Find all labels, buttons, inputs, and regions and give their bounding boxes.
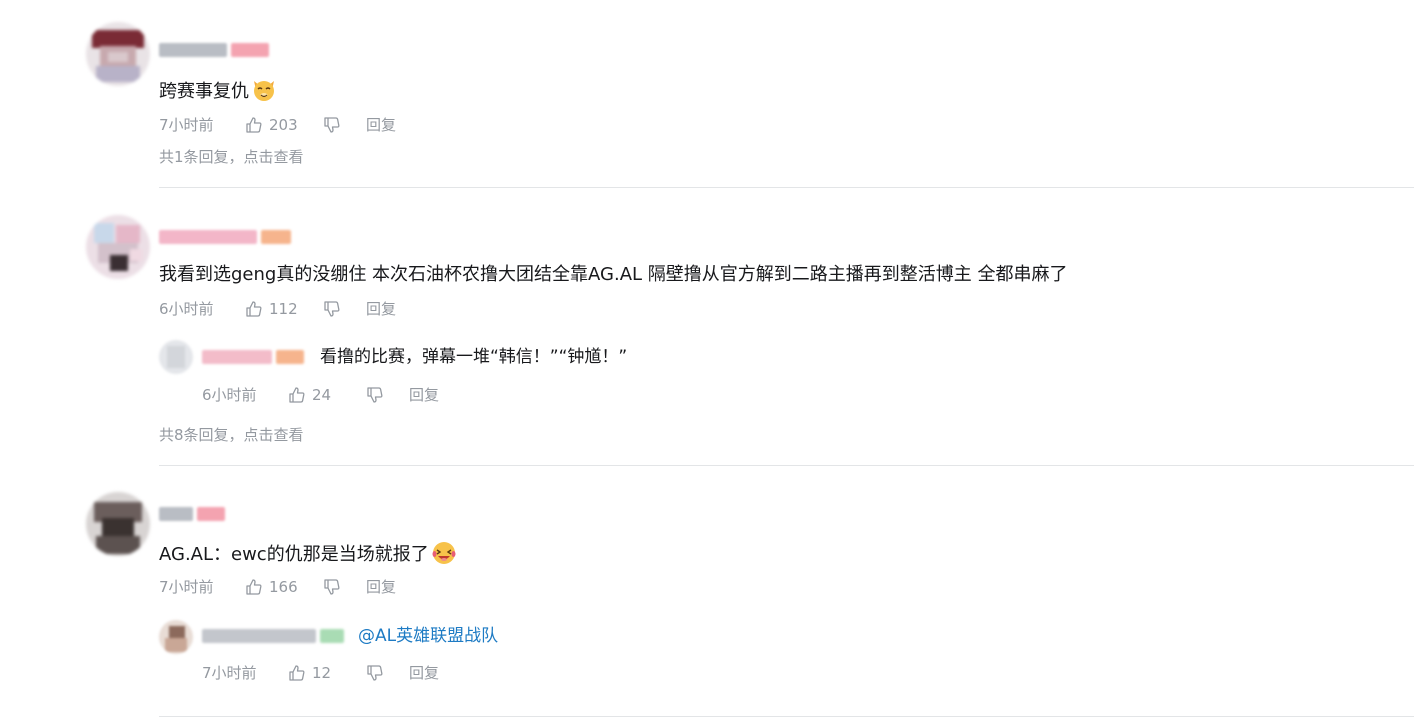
dislike-button[interactable] [323, 578, 366, 596]
comment-time: 6小时前 [159, 300, 214, 318]
user-level-badge [261, 230, 291, 244]
cat-face-emoji-icon [254, 81, 274, 101]
comment-text: AG.AL：ewc的仇那是当场就报了 [159, 540, 457, 567]
username-row[interactable] [202, 350, 304, 364]
thumbs-up-icon [289, 665, 305, 681]
like-button[interactable]: 166 [245, 577, 323, 597]
avatar[interactable] [159, 340, 193, 374]
avatar[interactable] [86, 22, 150, 86]
username-blurred [159, 43, 227, 57]
comment-time: 7小时前 [159, 578, 214, 596]
avatar[interactable] [86, 492, 150, 556]
avatar-image-icon [86, 215, 150, 279]
comment-meta: 7小时前 166 回复 [159, 577, 396, 597]
like-count: 12 [312, 664, 332, 682]
comment-time: 7小时前 [159, 116, 214, 134]
reply-button[interactable]: 回复 [366, 577, 396, 597]
comment-text: 跨赛事复仇 [159, 77, 277, 104]
user-level-badge [231, 43, 269, 57]
username-blurred [202, 350, 272, 364]
thumbs-up-icon [289, 387, 305, 403]
dislike-button[interactable] [323, 116, 366, 134]
comment-content: 跨赛事复仇 [159, 81, 249, 102]
thumbs-up-icon [246, 579, 262, 595]
reply-meta: 7小时前 12 回复 [202, 663, 439, 683]
thumbs-up-icon [246, 301, 262, 317]
divider [159, 465, 1414, 466]
username-blurred [159, 507, 193, 521]
divider [159, 187, 1414, 188]
comment-meta: 6小时前 112 回复 [159, 299, 396, 319]
username-row[interactable] [159, 507, 225, 521]
username-blurred [202, 629, 316, 643]
user-level-badge [276, 350, 304, 364]
thumbs-down-icon [324, 301, 340, 317]
like-button[interactable]: 112 [245, 299, 323, 319]
dislike-button[interactable] [366, 664, 409, 682]
like-button[interactable]: 203 [245, 115, 323, 135]
reply-meta: 6小时前 24 回复 [202, 385, 439, 405]
user-level-badge [197, 507, 225, 521]
comment-content: 我看到选geng真的没绷住 本次石油杯农撸大团结全靠AG.AL 隔壁撸从官方解到… [159, 264, 1068, 285]
like-count: 24 [312, 386, 332, 404]
like-count: 112 [269, 300, 298, 318]
reply-button[interactable]: 回复 [409, 663, 439, 683]
avatar[interactable] [86, 215, 150, 279]
comment-text: 我看到选geng真的没绷住 本次石油杯农撸大团结全靠AG.AL 隔壁撸从官方解到… [159, 263, 1068, 287]
mention-link[interactable]: @AL英雄联盟战队 [358, 626, 498, 646]
reply-time: 6小时前 [202, 386, 257, 404]
comment-meta: 7小时前 203 回复 [159, 115, 396, 135]
thumbs-up-icon [246, 117, 262, 133]
username-row[interactable] [202, 629, 344, 643]
like-count: 203 [269, 116, 298, 134]
view-replies-link[interactable]: 共8条回复，点击查看 [159, 424, 304, 445]
thumbs-down-icon [324, 117, 340, 133]
username-row[interactable] [159, 43, 269, 57]
like-button[interactable]: 12 [288, 663, 366, 683]
avatar[interactable] [159, 620, 193, 654]
avatar-image-icon [86, 22, 150, 86]
avatar-image-icon [159, 340, 193, 374]
reply-button[interactable]: 回复 [409, 385, 439, 405]
avatar-image-icon [86, 492, 150, 556]
avatar-image-icon [159, 620, 193, 654]
like-count: 166 [269, 578, 298, 596]
laughing-tears-emoji-icon [432, 542, 456, 564]
username-row[interactable] [159, 230, 291, 244]
view-replies-link[interactable]: 共1条回复，点击查看 [159, 146, 304, 167]
thumbs-down-icon [367, 665, 383, 681]
username-blurred [159, 230, 257, 244]
like-button[interactable]: 24 [288, 385, 366, 405]
reply-button[interactable]: 回复 [366, 115, 396, 135]
reply-text: @AL英雄联盟战队 [358, 624, 498, 648]
comment-content: AG.AL：ewc的仇那是当场就报了 [159, 544, 429, 565]
dislike-button[interactable] [366, 386, 409, 404]
dislike-button[interactable] [323, 300, 366, 318]
thumbs-down-icon [324, 579, 340, 595]
divider [159, 716, 1414, 717]
reply-text: 看撸的比赛，弹幕一堆“韩信！”“钟馗！” [320, 347, 628, 367]
reply-button[interactable]: 回复 [366, 299, 396, 319]
user-level-badge [320, 629, 344, 643]
thumbs-down-icon [367, 387, 383, 403]
reply-time: 7小时前 [202, 664, 257, 682]
